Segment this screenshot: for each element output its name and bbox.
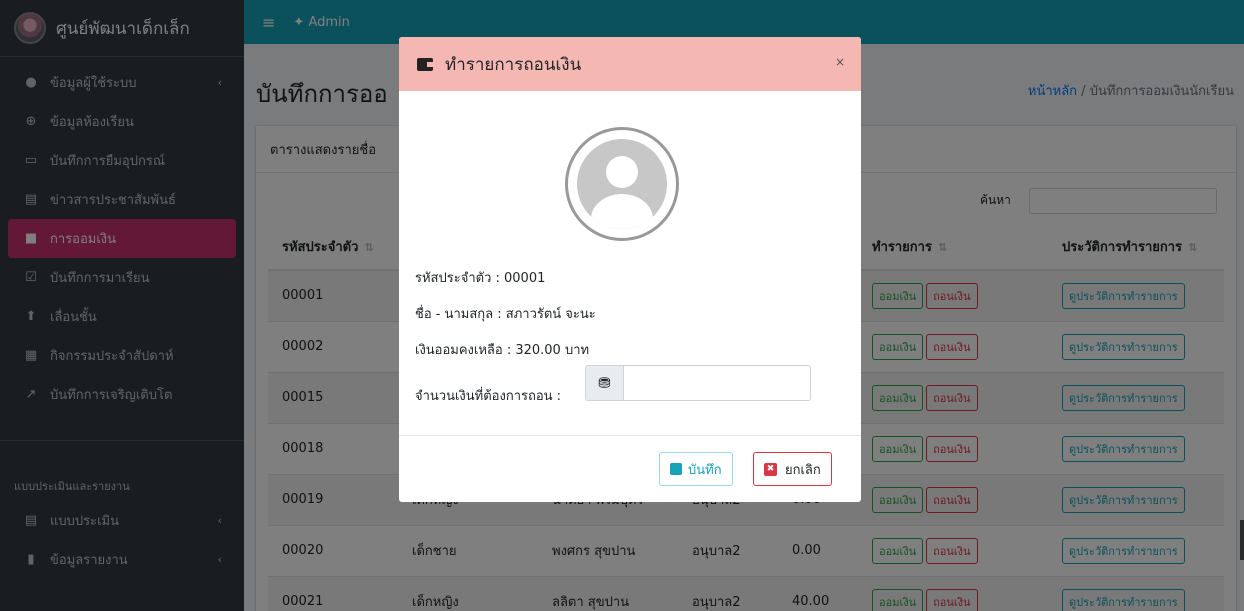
close-icon[interactable]: × <box>835 55 845 69</box>
avatar-body <box>591 194 653 229</box>
cancel-icon: ✖ <box>764 462 777 476</box>
modal-header: ทำรายการถอนเงิน × <box>399 37 861 91</box>
modal-footer: บันทึก ✖ ยกเลิก <box>399 435 861 502</box>
cancel-button[interactable]: ✖ ยกเลิก <box>753 452 832 486</box>
coins-icon: ⛃ <box>586 366 624 400</box>
avatar <box>565 127 679 241</box>
save-icon <box>670 463 682 475</box>
amount-input-group: ⛃ <box>585 365 811 401</box>
avatar-head <box>606 156 638 188</box>
amount-label: จำนวนเงินที่ต้องการถอน : <box>415 389 562 404</box>
save-label: บันทึก <box>688 462 722 478</box>
withdraw-amount-input[interactable] <box>624 366 810 400</box>
withdraw-modal: ทำรายการถอนเงิน × รหัสประจำตัว : 00001 ช… <box>399 37 861 502</box>
student-name-line: ชื่อ - นามสกุล : สภาวรัตน์ จะนะ <box>415 307 596 322</box>
modal-title: ทำรายการถอนเงิน <box>445 54 582 75</box>
cancel-label: ยกเลิก <box>785 462 821 478</box>
balance-line: เงินออมคงเหลือ : 320.00 บาท <box>415 343 590 358</box>
save-button[interactable]: บันทึก <box>659 452 733 486</box>
avatar-placeholder-icon <box>577 139 667 229</box>
wallet-icon <box>417 57 433 71</box>
student-id-line: รหัสประจำตัว : 00001 <box>415 271 546 286</box>
